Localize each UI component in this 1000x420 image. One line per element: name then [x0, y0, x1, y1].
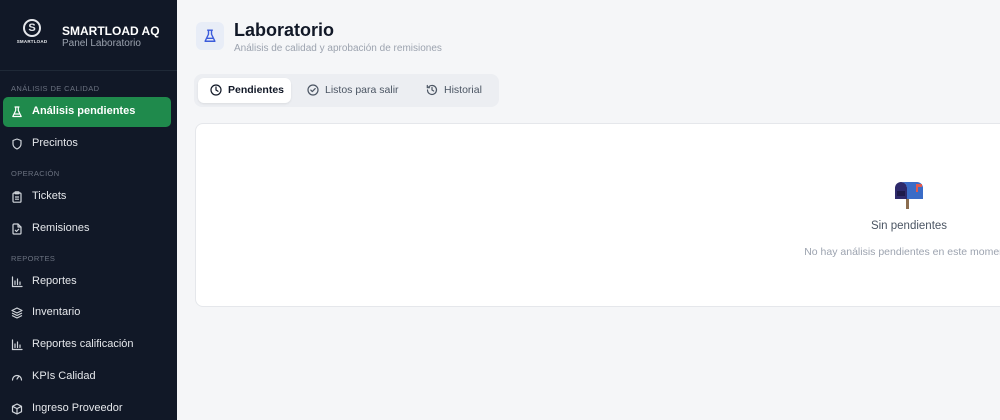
empty-state-card: Sin pendientes No hay análisis pendiente…: [195, 123, 1000, 307]
brand-subtitle: Panel Laboratorio: [62, 38, 141, 49]
tab-pendientes[interactable]: Pendientes: [198, 78, 291, 103]
empty-state-message: No hay análisis pendientes en este momen…: [804, 246, 1000, 258]
brand-logo[interactable]: S SMARTLOAD: [14, 19, 50, 49]
logo-text: SMARTLOAD: [16, 39, 48, 44]
logo-mark: S: [23, 19, 41, 37]
gauge-icon: [11, 374, 23, 381]
tab-historial[interactable]: Historial: [414, 78, 494, 103]
history-icon: [426, 84, 438, 96]
sidebar-item-label: Precintos: [32, 137, 78, 149]
tab-label: Pendientes: [228, 84, 285, 96]
flask-icon: [12, 106, 22, 118]
tab-bar: Pendientes Listos para salir Historial: [194, 74, 499, 107]
page-title: Laboratorio: [234, 20, 335, 40]
sidebar-item-precintos[interactable]: Precintos: [3, 129, 171, 159]
sidebar-item-label: Reportes calificación: [32, 338, 134, 350]
sidebar-item-label: Tickets: [32, 190, 67, 202]
bar-chart-icon: [11, 339, 23, 351]
clock-icon: [210, 84, 222, 96]
main-content: Laboratorio Análisis de calidad y aproba…: [177, 0, 1000, 420]
sidebar-item-reportes[interactable]: Reportes: [3, 267, 171, 297]
sidebar-item-tickets[interactable]: Tickets: [3, 182, 171, 212]
sidebar-item-label: Análisis pendientes: [32, 105, 136, 117]
layers-icon: [11, 307, 23, 319]
box-icon: [11, 403, 23, 415]
tab-label: Historial: [444, 84, 482, 96]
sidebar-item-label: Inventario: [32, 306, 81, 318]
section-label-analisis: ANÁLISIS DE CALIDAD: [11, 84, 100, 93]
sidebar-item-inventario[interactable]: Inventario: [3, 298, 171, 328]
shield-icon: [12, 138, 22, 150]
sidebar-item-label: Reportes: [32, 275, 77, 287]
flask-icon: [204, 29, 216, 42]
clipboard-icon: [12, 191, 22, 203]
sidebar-item-label: KPIs Calidad: [32, 370, 96, 382]
file-check-icon: [12, 223, 22, 235]
sidebar-item-kpis-calidad[interactable]: KPIs Calidad: [3, 362, 171, 392]
tab-label: Listos para salir: [325, 84, 399, 96]
mailbox-icon: [895, 182, 923, 209]
check-circle-icon: [307, 84, 319, 96]
sidebar-item-analisis-pendientes[interactable]: Análisis pendientes: [3, 97, 171, 127]
sidebar-item-label: Remisiones: [32, 222, 90, 234]
empty-state-title: Sin pendientes: [870, 220, 948, 232]
page-subtitle: Análisis de calidad y aprobación de remi…: [234, 43, 442, 54]
sidebar-item-label: Ingreso Proveedor: [32, 402, 123, 414]
brand-name: SMARTLOAD AQ: [62, 24, 160, 38]
brand-header: S SMARTLOAD SMARTLOAD AQ Panel Laborator…: [0, 0, 177, 71]
section-label-reportes: REPORTES: [11, 254, 56, 263]
tab-listos-para-salir[interactable]: Listos para salir: [295, 78, 409, 103]
section-label-operacion: OPERACIÓN: [11, 169, 60, 178]
sidebar-item-reportes-calificacion[interactable]: Reportes calificación: [3, 330, 171, 360]
sidebar-item-remisiones[interactable]: Remisiones: [3, 214, 171, 244]
sidebar: S SMARTLOAD SMARTLOAD AQ Panel Laborator…: [0, 0, 177, 420]
sidebar-item-ingreso-proveedor[interactable]: Ingreso Proveedor: [3, 394, 171, 420]
header-icon-box: [196, 22, 224, 50]
bar-chart-icon: [11, 276, 23, 288]
